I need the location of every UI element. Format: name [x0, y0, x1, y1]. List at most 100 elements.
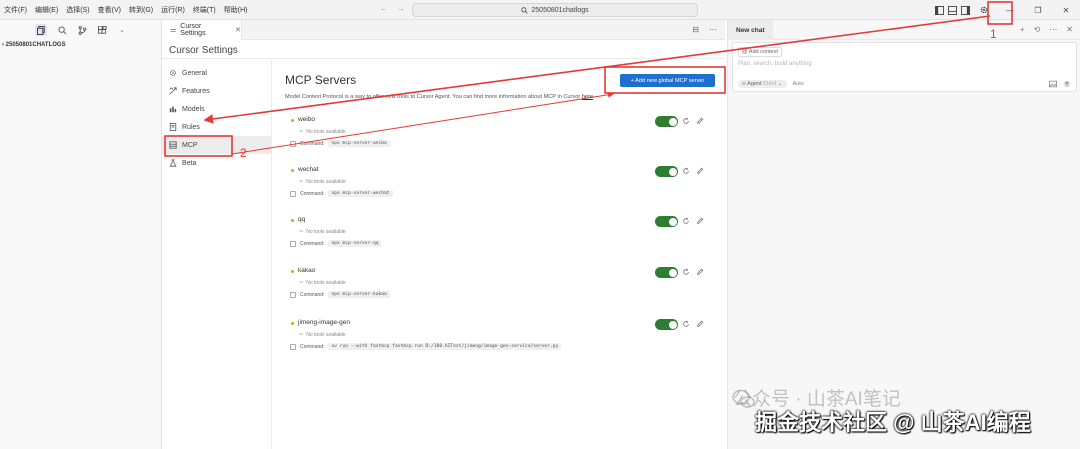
search-tab[interactable] [57, 25, 67, 35]
new-chat-icon[interactable]: + [1020, 25, 1025, 34]
toggle-knob [668, 117, 677, 126]
back-arrow-icon[interactable]: ← [380, 4, 388, 13]
history-icon[interactable]: ⟲ [1034, 25, 1041, 34]
mcp-server-row: wechat ✂ No tools available Command: npx mcp… [285, 164, 715, 208]
sidebar-right-icon [961, 5, 970, 15]
edit-icon[interactable] [696, 167, 704, 175]
source-control-tab[interactable] [77, 25, 87, 35]
server-command-value: uv run --with fastmcp fastmcp run D:/100… [328, 343, 562, 350]
menu-file[interactable]: 文件(F) [4, 5, 27, 15]
close-icon[interactable]: ✕ [1066, 25, 1073, 34]
menu-run[interactable]: 运行(R) [161, 5, 185, 15]
menu-terminal[interactable]: 终端(T) [193, 5, 216, 15]
chat-input-actions [1049, 80, 1071, 88]
panel-bottom-icon [948, 5, 957, 15]
settings-divider [162, 58, 725, 59]
minimize-button[interactable]: — [996, 0, 1024, 20]
toggle-secondary-sidebar-button[interactable] [959, 0, 972, 20]
server-tools-text: No tools available [306, 129, 346, 135]
chevron-right-icon: › [2, 42, 4, 48]
server-tools-text: No tools available [306, 280, 346, 286]
refresh-icon[interactable] [682, 268, 690, 276]
toggle-knob [668, 268, 677, 277]
mcp-docs-link[interactable]: here [582, 94, 593, 100]
explorer-sidebar: ⌄ › 25050801CHATLOGS [0, 20, 162, 449]
workspace-folder-label: 25050801CHATLOGS [5, 42, 66, 48]
add-global-mcp-server-button[interactable]: + Add new global MCP server [620, 74, 715, 87]
close-window-button[interactable]: ✕ [1052, 0, 1080, 20]
tab-new-chat[interactable]: New chat [728, 20, 773, 40]
chat-input-box[interactable]: @ Add context Plan, search, build anythi… [732, 42, 1077, 92]
server-enable-toggle[interactable] [655, 166, 678, 177]
tab-cursor-settings[interactable]: ⚌ Cursor Settings ✕ [162, 20, 242, 40]
menu-go[interactable]: 转到(G) [129, 5, 153, 15]
server-command-label: Command: [300, 240, 325, 247]
more-actions-icon[interactable]: ⋯ [1049, 25, 1057, 34]
split-editor-icon[interactable]: ⊟ [692, 25, 699, 34]
settings-nav-models[interactable]: Models [162, 100, 272, 118]
server-status-dot [291, 119, 294, 122]
settings-nav-beta[interactable]: Beta [162, 154, 272, 172]
menu-bar: 文件(F) 编辑(E) 选择(S) 查看(V) 转到(G) 运行(R) 终端(T… [0, 5, 247, 15]
add-context-button[interactable]: @ Add context [738, 47, 782, 57]
workspace-folder[interactable]: › 25050801CHATLOGS [2, 42, 66, 48]
settings-nav-rules[interactable]: Rules [162, 118, 272, 136]
refresh-icon[interactable] [682, 217, 690, 225]
server-tools-status: ✂ No tools available [299, 229, 346, 235]
server-tools-status: ✂ No tools available [299, 280, 346, 286]
agent-mode-selector[interactable]: ∞ Agent Ctrl+I ⌄ [738, 80, 787, 88]
server-name: kakao [298, 267, 316, 274]
edit-icon[interactable] [696, 268, 704, 276]
refresh-icon[interactable] [682, 167, 690, 175]
extensions-icon [97, 25, 107, 34]
title-bar: 文件(F) 编辑(E) 选择(S) 查看(V) 转到(G) 运行(R) 终端(T… [0, 0, 1080, 20]
editor-tab-bar: ⚌ Cursor Settings ✕ ⊟ ⋯ [162, 20, 725, 40]
toggle-primary-sidebar-button[interactable] [933, 0, 946, 20]
menu-edit[interactable]: 编辑(E) [35, 5, 58, 15]
chat-actions: + ⟲ ⋯ ✕ [1020, 25, 1073, 34]
refresh-icon[interactable] [682, 320, 690, 328]
server-tools-text: No tools available [306, 332, 346, 338]
more-actions-icon[interactable]: ⋯ [709, 25, 717, 34]
settings-nav-mcp[interactable]: MCP [162, 136, 272, 154]
command-center-search[interactable]: 25050801chatlogs [412, 3, 698, 17]
models-icon [169, 105, 177, 113]
close-tab-icon[interactable]: ✕ [235, 26, 241, 34]
settings-nav-general[interactable]: General [162, 64, 272, 82]
server-command: Command: npx mcp-server-weibo [290, 140, 390, 147]
menu-view[interactable]: 查看(V) [98, 5, 121, 15]
chat-input-placeholder[interactable]: Plan, search, build anything [738, 61, 812, 67]
server-command-label: Command: [300, 343, 325, 350]
mcp-server-row: kakao ✂ No tools available Command: npx mcp-… [285, 265, 715, 309]
edit-icon[interactable] [696, 117, 704, 125]
features-icon [169, 87, 177, 95]
server-enable-toggle[interactable] [655, 267, 678, 278]
forward-arrow-icon[interactable]: → [397, 4, 405, 13]
toggle-panel-button[interactable] [946, 0, 959, 20]
menu-help[interactable]: 帮助(H) [224, 5, 248, 15]
minimize-icon: — [1006, 5, 1014, 15]
send-icon[interactable] [1063, 80, 1071, 88]
edit-icon[interactable] [696, 320, 704, 328]
menu-selection[interactable]: 选择(S) [66, 5, 89, 15]
mcp-description-text: Model Context Protocol is a way to offer… [285, 94, 581, 100]
settings-gear-button[interactable] [976, 2, 992, 18]
image-icon[interactable] [1049, 80, 1057, 88]
server-tools-status: ✂ No tools available [299, 129, 346, 135]
terminal-icon [290, 240, 296, 247]
explorer-tab[interactable] [35, 24, 47, 36]
extensions-tab[interactable] [97, 25, 107, 35]
settings-nav-features[interactable]: Features [162, 82, 272, 100]
agent-shortcut: Ctrl+I [763, 81, 777, 87]
server-tools-status: ✂ No tools available [299, 179, 346, 185]
refresh-icon[interactable] [682, 117, 690, 125]
model-selector[interactable]: Auto [793, 81, 804, 87]
chevron-down-icon: ⌄ [777, 81, 783, 87]
tools-icon: ✂ [299, 129, 304, 135]
more-views-dropdown[interactable]: ⌄ [117, 25, 127, 35]
server-enable-toggle[interactable] [655, 319, 678, 330]
restore-button[interactable]: ❐ [1024, 0, 1052, 20]
server-enable-toggle[interactable] [655, 116, 678, 127]
server-enable-toggle[interactable] [655, 216, 678, 227]
edit-icon[interactable] [696, 217, 704, 225]
